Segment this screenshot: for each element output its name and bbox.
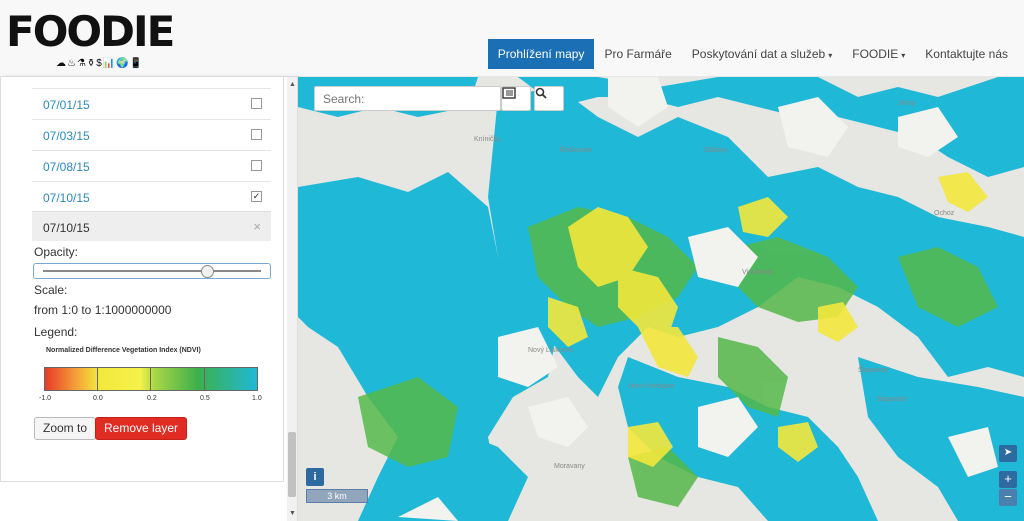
map-place-label: Moravany [554, 463, 585, 470]
map-search-box[interactable] [314, 86, 501, 111]
nav-foodie[interactable]: FOODIE ▾ [842, 39, 915, 69]
map-place-label: Kníničky [474, 136, 501, 143]
scrollbar-thumb[interactable] [288, 432, 296, 497]
nav-contact[interactable]: Kontaktujte nás [915, 39, 1018, 69]
search-icon[interactable] [534, 86, 564, 111]
nav-map-view[interactable]: Prohlížení mapy [487, 39, 595, 69]
legend-title: Normalized Difference Vegetation Index (… [46, 347, 201, 354]
nav-for-farmers[interactable]: Pro Farmáře [594, 39, 681, 69]
legend-divider [204, 368, 205, 390]
selected-layer-header: 07/10/15 × [32, 211, 271, 241]
legend-tick: 0.0 [93, 395, 103, 402]
opacity-label: Opacity: [34, 245, 79, 259]
layer-date-link[interactable]: 07/03/15 [43, 129, 90, 143]
caret-down-icon: ▾ [828, 51, 833, 60]
layer-date-row[interactable]: 07/08/15 [32, 150, 271, 181]
remove-layer-button[interactable]: Remove layer [95, 417, 188, 440]
nav-data-services[interactable]: Poskytování dat a služeb ▾ [682, 39, 842, 69]
map-place-label: Horní Heršpice [628, 383, 675, 390]
slider-track [43, 270, 261, 272]
scale-label: Scale: [34, 283, 68, 297]
layer-list: 07/01/15 07/03/15 07/08/15 07/10/15 ✓ 07… [0, 77, 284, 482]
zoom-to-button[interactable]: Zoom to [34, 417, 97, 440]
legend-tick: -1.0 [39, 395, 52, 402]
zoom-out-button[interactable]: − [999, 489, 1017, 506]
map-place-label: Slapanice [876, 396, 907, 403]
navbar: FOODIE ☁♨⚗⚱$📊🌍📱 Prohlížení mapy Pro Farm… [0, 0, 1024, 77]
map-scale-bar: 3 km [306, 489, 368, 503]
logo-icons-strip: ☁♨⚗⚱$📊🌍📱 [56, 58, 144, 69]
map-place-label: Obřany [704, 147, 727, 154]
legend-divider [150, 368, 151, 390]
caret-down-icon: ▾ [901, 51, 906, 60]
scale-value: from 1:0 to 1:1000000000 [34, 303, 172, 317]
info-button[interactable]: i [306, 468, 324, 486]
layer-checkbox[interactable] [251, 129, 262, 140]
layer-checkbox[interactable] [251, 98, 262, 109]
layer-checkbox-checked[interactable]: ✓ [251, 191, 262, 202]
map-search-input[interactable] [315, 87, 500, 110]
ndvi-map[interactable]: Kníničky Řečkovice Obřany Sviny Ochoz Vi… [298, 77, 1024, 521]
zoom-in-button[interactable]: + [999, 471, 1017, 488]
main-nav: Prohlížení mapy Pro Farmáře Poskytování … [487, 39, 1018, 69]
map-canvas[interactable] [298, 77, 1024, 521]
layer-checkbox[interactable] [251, 160, 262, 171]
map-place-label: Šlapanice [858, 367, 889, 374]
map-place-label: Nový Lískovec [528, 347, 574, 354]
locate-icon[interactable]: ➤ [999, 445, 1017, 462]
selected-layer-title: 07/10/15 [43, 221, 90, 235]
ndvi-color-ramp [44, 367, 258, 391]
map-place-label: Sviny [898, 100, 916, 107]
layer-panel: 07/01/15 07/03/15 07/08/15 07/10/15 ✓ 07… [0, 77, 298, 521]
map-place-label: Ochoz [934, 210, 955, 217]
layers-icon[interactable] [501, 86, 531, 111]
opacity-slider[interactable] [33, 263, 271, 279]
layer-date-row[interactable]: 07/10/15 ✓ [32, 181, 271, 212]
panel-scrollbar[interactable]: ▲ ▼ [287, 77, 297, 521]
logo-text: FOODIE [6, 7, 175, 56]
layer-date-link[interactable]: 07/01/15 [43, 98, 90, 112]
layer-date-link[interactable]: 07/08/15 [43, 160, 90, 174]
scroll-up-icon[interactable]: ▲ [289, 81, 296, 88]
legend-tick: 0.2 [147, 395, 157, 402]
close-icon[interactable]: × [253, 219, 261, 234]
map-place-label: Řečkovice [560, 147, 593, 154]
scroll-down-icon[interactable]: ▼ [289, 510, 296, 517]
map-place-label: Vinohrady [742, 269, 774, 276]
layer-date-row[interactable]: 07/03/15 [32, 119, 271, 150]
foodie-logo[interactable]: FOODIE ☁♨⚗⚱$📊🌍📱 [6, 7, 175, 72]
legend-tick: 1.0 [252, 395, 262, 402]
legend-divider [97, 368, 98, 390]
layer-date-link[interactable]: 07/10/15 [43, 191, 90, 205]
slider-handle[interactable] [200, 265, 214, 278]
legend-label: Legend: [34, 325, 78, 339]
legend-tick: 0.5 [200, 395, 210, 402]
layer-date-row[interactable]: 07/01/15 [32, 88, 271, 119]
